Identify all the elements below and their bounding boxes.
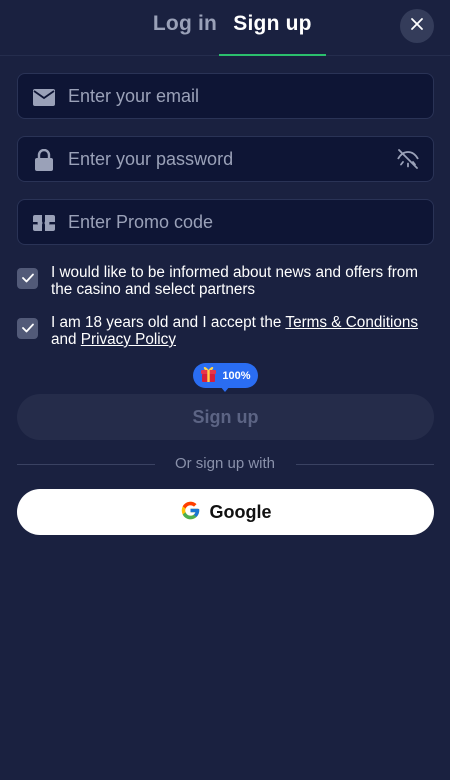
tab-signup[interactable]: Sign up xyxy=(219,12,326,56)
email-input[interactable] xyxy=(68,74,388,118)
age-consent-checkbox[interactable] xyxy=(17,318,38,339)
close-button[interactable] xyxy=(400,9,434,43)
divider-line-right xyxy=(296,464,434,465)
active-tab-indicator xyxy=(219,54,326,56)
bonus-badge-pointer xyxy=(220,386,230,392)
envelope-icon xyxy=(32,85,56,109)
signup-modal: Log in Sign up Enter your email Enter Pr… xyxy=(0,0,450,780)
ticket-icon xyxy=(32,211,56,235)
bonus-badge: 100% xyxy=(193,363,258,388)
eye-off-icon[interactable] xyxy=(395,147,421,171)
age-consent-text: I am 18 years old and I accept the xyxy=(51,314,286,331)
privacy-policy-link[interactable]: Privacy Policy xyxy=(81,331,176,348)
google-signup-button[interactable]: Google xyxy=(17,489,434,535)
password-field-container xyxy=(17,136,434,182)
checkmark-icon xyxy=(21,270,34,288)
age-consent-label: I am 18 years old and I accept the Terms… xyxy=(51,314,436,348)
social-divider-label: Or sign up with xyxy=(174,455,276,472)
email-field-container xyxy=(17,73,434,119)
password-input[interactable] xyxy=(68,137,388,181)
google-button-label: Google xyxy=(209,501,272,522)
google-logo-icon xyxy=(180,500,201,524)
auth-tabs-header: Log in Sign up xyxy=(0,0,450,56)
terms-link[interactable]: Terms & Conditions xyxy=(285,314,418,331)
news-consent-checkbox[interactable] xyxy=(17,268,38,289)
lock-icon xyxy=(32,148,56,172)
promo-code-input[interactable] xyxy=(68,200,388,244)
close-icon xyxy=(410,17,424,36)
age-consent-connector: and xyxy=(51,331,81,348)
checkmark-icon xyxy=(21,320,34,338)
promo-field-container xyxy=(17,199,434,245)
signup-button[interactable]: Sign up xyxy=(17,394,434,440)
divider-line-left xyxy=(17,464,155,465)
news-consent-label: I would like to be informed about news a… xyxy=(51,264,419,298)
gift-icon xyxy=(200,365,217,387)
bonus-badge-label: 100% xyxy=(222,369,251,382)
